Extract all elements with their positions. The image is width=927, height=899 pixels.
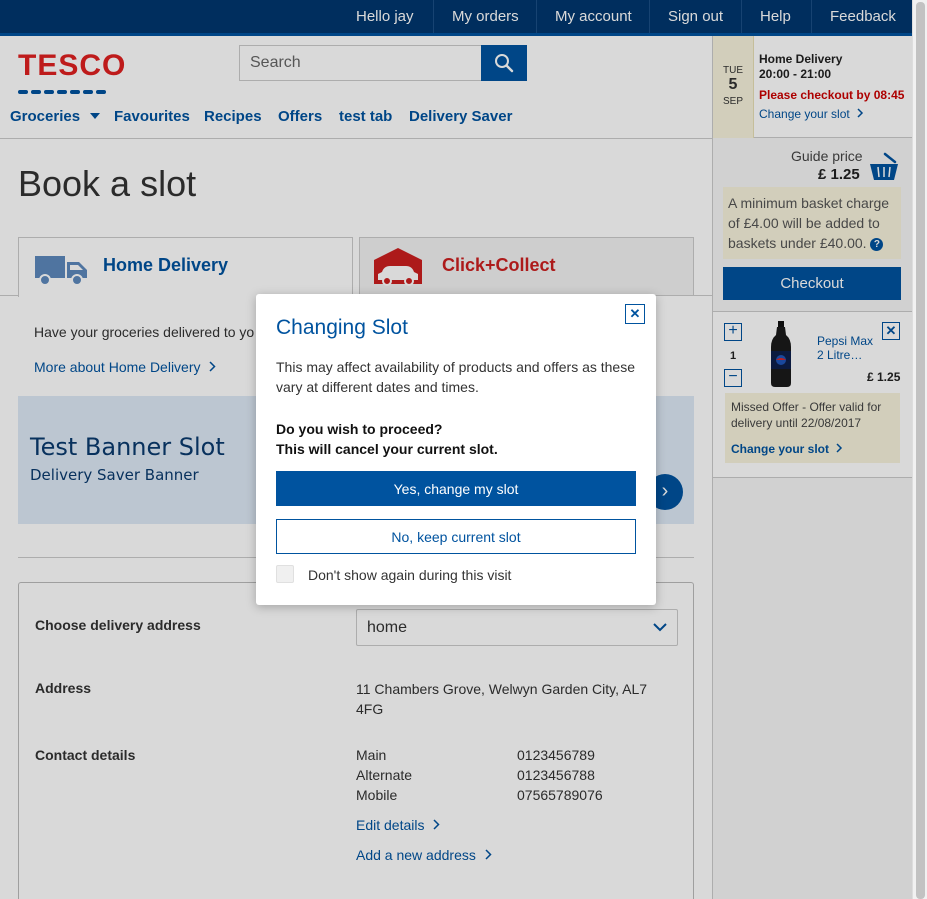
scrollbar-thumb[interactable] (916, 2, 925, 899)
dialog-question: Do you wish to proceed? This will cancel… (276, 421, 498, 457)
keep-current-slot-button[interactable]: No, keep current slot (276, 519, 636, 554)
dialog-title: Changing Slot (276, 316, 408, 339)
confirm-change-slot-button[interactable]: Yes, change my slot (276, 471, 636, 506)
changing-slot-dialog: Changing Slot ✕ This may affect availabi… (256, 294, 656, 605)
dont-show-again-label[interactable]: Don't show again during this visit (308, 567, 511, 583)
scrollbar[interactable] (912, 0, 927, 899)
close-icon[interactable]: ✕ (625, 304, 645, 324)
dialog-message: This may affect availability of products… (276, 359, 636, 395)
dont-show-again-checkbox[interactable] (276, 565, 294, 583)
